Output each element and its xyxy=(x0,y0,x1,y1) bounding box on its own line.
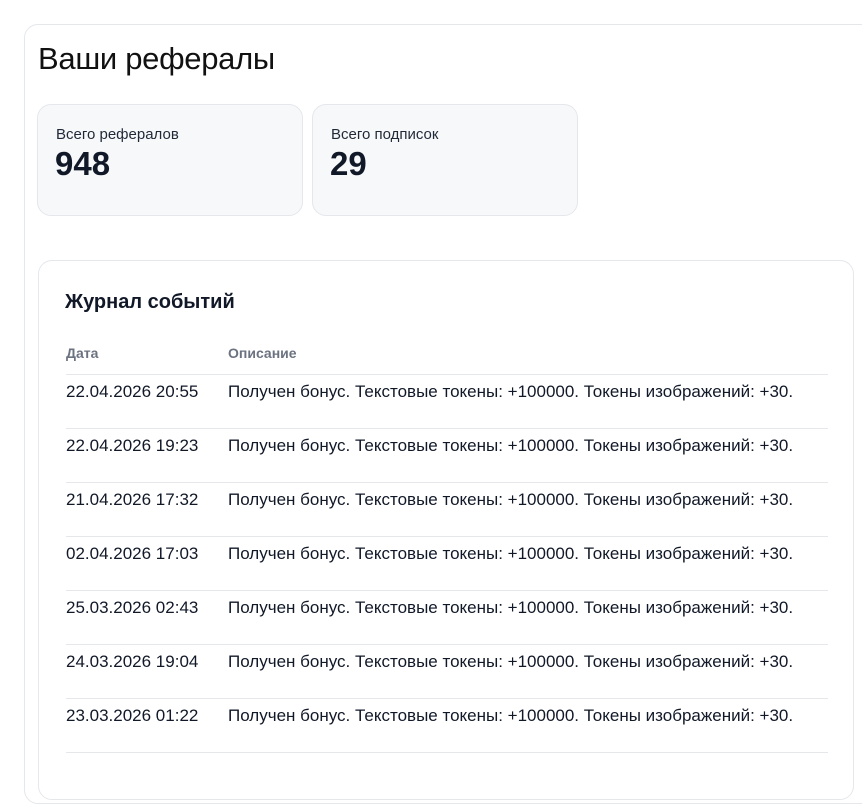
event-description: Получен бонус. Текстовые токены: +100000… xyxy=(228,482,828,537)
event-date: 25.03.2026 02:43 xyxy=(66,590,228,645)
event-log-title: Журнал событий xyxy=(65,291,235,313)
stat-label: Всего подписок xyxy=(331,126,439,143)
event-description: Получен бонус. Текстовые токены: +100000… xyxy=(228,590,828,645)
event-date: 02.04.2026 17:03 xyxy=(66,536,228,591)
column-header-date: Дата xyxy=(66,339,228,375)
event-date: 24.03.2026 19:04 xyxy=(66,644,228,699)
event-description: Получен бонус. Текстовые токены: +100000… xyxy=(228,428,828,483)
event-log-table: Дата Описание 22.04.2026 20:55 Получен б… xyxy=(66,339,828,753)
table-row: 22.04.2026 19:23 Получен бонус. Текстовы… xyxy=(66,428,828,483)
table-row: 25.03.2026 02:43 Получен бонус. Текстовы… xyxy=(66,590,828,645)
event-date: 22.04.2026 20:55 xyxy=(66,374,228,429)
event-description: Получен бонус. Текстовые токены: +100000… xyxy=(228,644,828,699)
column-header-description: Описание xyxy=(228,339,828,375)
stat-value: 29 xyxy=(330,145,367,182)
referrals-panel: Ваши рефералы Всего рефералов 948 Всего … xyxy=(24,24,862,804)
table-row: 23.03.2026 01:22 Получен бонус. Текстовы… xyxy=(66,698,828,753)
event-date: 22.04.2026 19:23 xyxy=(66,428,228,483)
stat-value: 948 xyxy=(55,145,111,182)
stat-card-total-subscriptions: Всего подписок 29 xyxy=(312,104,578,216)
table-row: 02.04.2026 17:03 Получен бонус. Текстовы… xyxy=(66,536,828,591)
event-description: Получен бонус. Текстовые токены: +100000… xyxy=(228,374,828,429)
event-date: 23.03.2026 01:22 xyxy=(66,698,228,753)
table-header-row: Дата Описание xyxy=(66,339,828,375)
event-description: Получен бонус. Текстовые токены: +100000… xyxy=(228,536,828,591)
table-row: 22.04.2026 20:55 Получен бонус. Текстовы… xyxy=(66,374,828,429)
table-row: 21.04.2026 17:32 Получен бонус. Текстовы… xyxy=(66,482,828,537)
stat-label: Всего рефералов xyxy=(56,126,179,143)
event-log-card: Журнал событий Дата Описание 22.04.2026 … xyxy=(38,260,854,800)
page-title: Ваши рефералы xyxy=(38,41,275,76)
event-date: 21.04.2026 17:32 xyxy=(66,482,228,537)
event-description: Получен бонус. Текстовые токены: +100000… xyxy=(228,698,828,753)
table-row: 24.03.2026 19:04 Получен бонус. Текстовы… xyxy=(66,644,828,699)
stat-card-total-referrals: Всего рефералов 948 xyxy=(37,104,303,216)
